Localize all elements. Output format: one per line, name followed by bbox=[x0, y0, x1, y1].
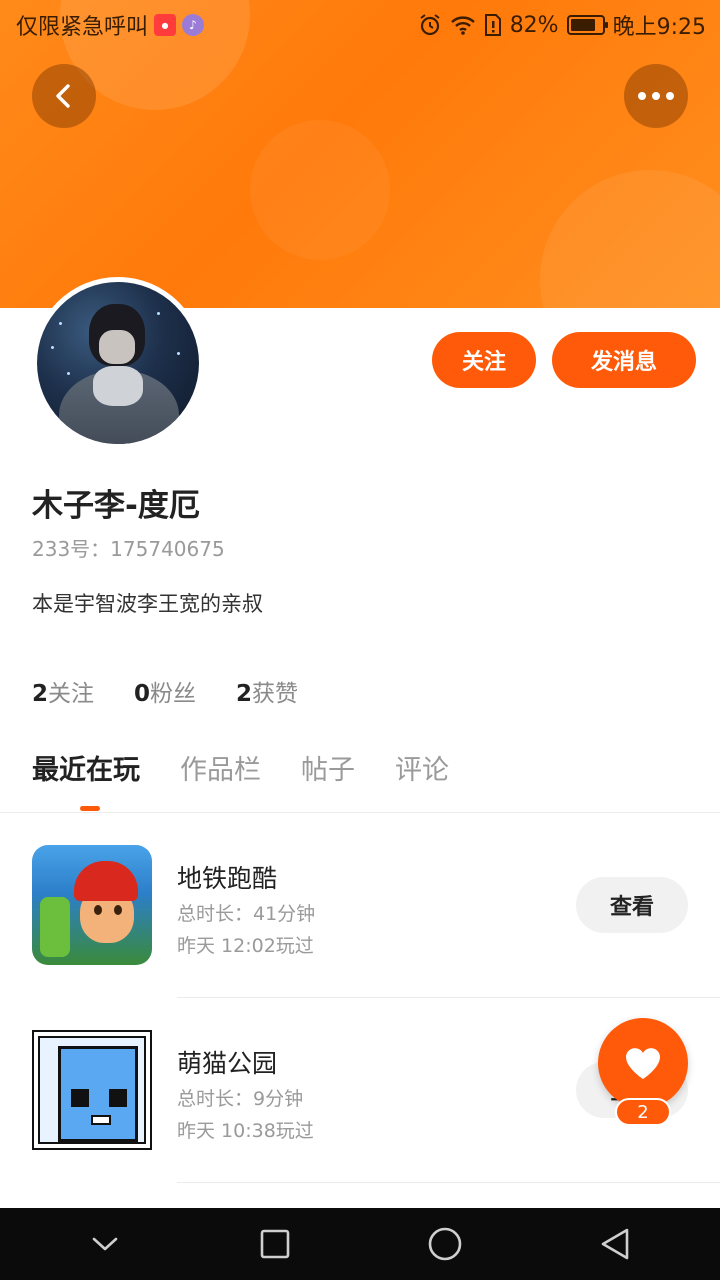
tab-comments[interactable]: 评论 bbox=[395, 748, 449, 787]
active-tab-indicator bbox=[80, 806, 100, 811]
tab-posts[interactable]: 帖子 bbox=[301, 748, 355, 787]
like-count-badge: 2 bbox=[615, 1098, 671, 1126]
collapse-button[interactable] bbox=[65, 1208, 145, 1280]
home-icon bbox=[428, 1227, 462, 1261]
stat-followers[interactable]: 0粉丝 bbox=[134, 674, 196, 708]
heart-icon bbox=[626, 1048, 660, 1079]
list-item[interactable]: 地铁跑酷 总时长：41分钟 昨天 12:02玩过 查看 bbox=[0, 845, 720, 1015]
stat-label: 粉丝 bbox=[150, 681, 197, 707]
clock: 晚上9:25 bbox=[612, 15, 706, 40]
banner-decoration bbox=[540, 170, 720, 308]
like-fab-button[interactable] bbox=[598, 1018, 688, 1108]
battery-fill bbox=[570, 19, 596, 31]
status-bar: 仅限紧急呼叫 ● ♪ 82% 晚上9:25 bbox=[0, 0, 720, 50]
divider bbox=[177, 1182, 720, 1183]
banner-decoration bbox=[250, 120, 390, 260]
game-title: 地铁跑酷 bbox=[177, 864, 278, 893]
app-badge-icon: ● bbox=[154, 14, 177, 36]
recents-button[interactable] bbox=[235, 1208, 315, 1280]
status-left: 仅限紧急呼叫 ● ♪ bbox=[16, 9, 205, 41]
stat-label: 获赞 bbox=[252, 681, 299, 707]
game-last-played: 昨天 12:02玩过 bbox=[177, 935, 314, 957]
tab-recently-played[interactable]: 最近在玩 bbox=[32, 748, 140, 787]
navigation-bar bbox=[0, 1208, 720, 1280]
music-icon: ♪ bbox=[182, 14, 205, 36]
cat-park-icon bbox=[32, 1030, 152, 1150]
game-title: 萌猫公园 bbox=[177, 1049, 278, 1078]
stat-label: 关注 bbox=[48, 681, 95, 707]
game-duration: 总时长：9分钟 bbox=[177, 1088, 304, 1110]
more-button[interactable] bbox=[624, 64, 688, 128]
battery-percent: 82% bbox=[509, 12, 559, 38]
stat-number: 0 bbox=[134, 681, 151, 707]
stat-number: 2 bbox=[236, 681, 253, 707]
battery-icon bbox=[566, 15, 608, 35]
view-button[interactable]: 查看 bbox=[576, 877, 688, 933]
user-bio: 本是宇智波李王宽的亲叔 bbox=[32, 592, 263, 616]
profile-tabs: 最近在玩 作品栏 帖子 评论 bbox=[32, 748, 449, 787]
avatar-image bbox=[37, 282, 199, 444]
avatar[interactable] bbox=[32, 277, 204, 449]
stat-likes[interactable]: 2获赞 bbox=[236, 674, 298, 708]
recents-icon bbox=[260, 1229, 290, 1259]
game-last-played: 昨天 10:38玩过 bbox=[177, 1120, 314, 1142]
back-nav-button[interactable] bbox=[575, 1208, 655, 1280]
collapse-icon bbox=[92, 1237, 118, 1251]
sim-icon bbox=[484, 13, 502, 37]
follow-button[interactable]: 关注 bbox=[432, 332, 536, 388]
user-id: 233号：175740675 bbox=[32, 537, 225, 561]
status-right: 82% 晚上9:25 bbox=[418, 9, 706, 41]
user-name: 木子李-度厄 bbox=[32, 488, 200, 524]
more-dots-icon bbox=[638, 92, 674, 100]
back-triangle-icon bbox=[601, 1228, 629, 1260]
carrier-text: 仅限紧急呼叫 bbox=[16, 15, 149, 40]
divider bbox=[177, 997, 720, 998]
profile-stats: 2关注 0粉丝 2获赞 bbox=[32, 674, 298, 708]
send-message-button[interactable]: 发消息 bbox=[552, 332, 696, 388]
wifi-icon bbox=[450, 14, 476, 36]
alarm-icon bbox=[418, 13, 442, 37]
back-button[interactable] bbox=[32, 64, 96, 128]
subway-surfers-icon bbox=[32, 845, 152, 965]
home-button[interactable] bbox=[405, 1208, 485, 1280]
tab-works[interactable]: 作品栏 bbox=[180, 748, 261, 787]
stat-number: 2 bbox=[32, 681, 49, 707]
stat-following[interactable]: 2关注 bbox=[32, 674, 94, 708]
chevron-left-icon bbox=[56, 84, 70, 108]
game-duration: 总时长：41分钟 bbox=[177, 903, 316, 925]
divider bbox=[0, 812, 720, 813]
